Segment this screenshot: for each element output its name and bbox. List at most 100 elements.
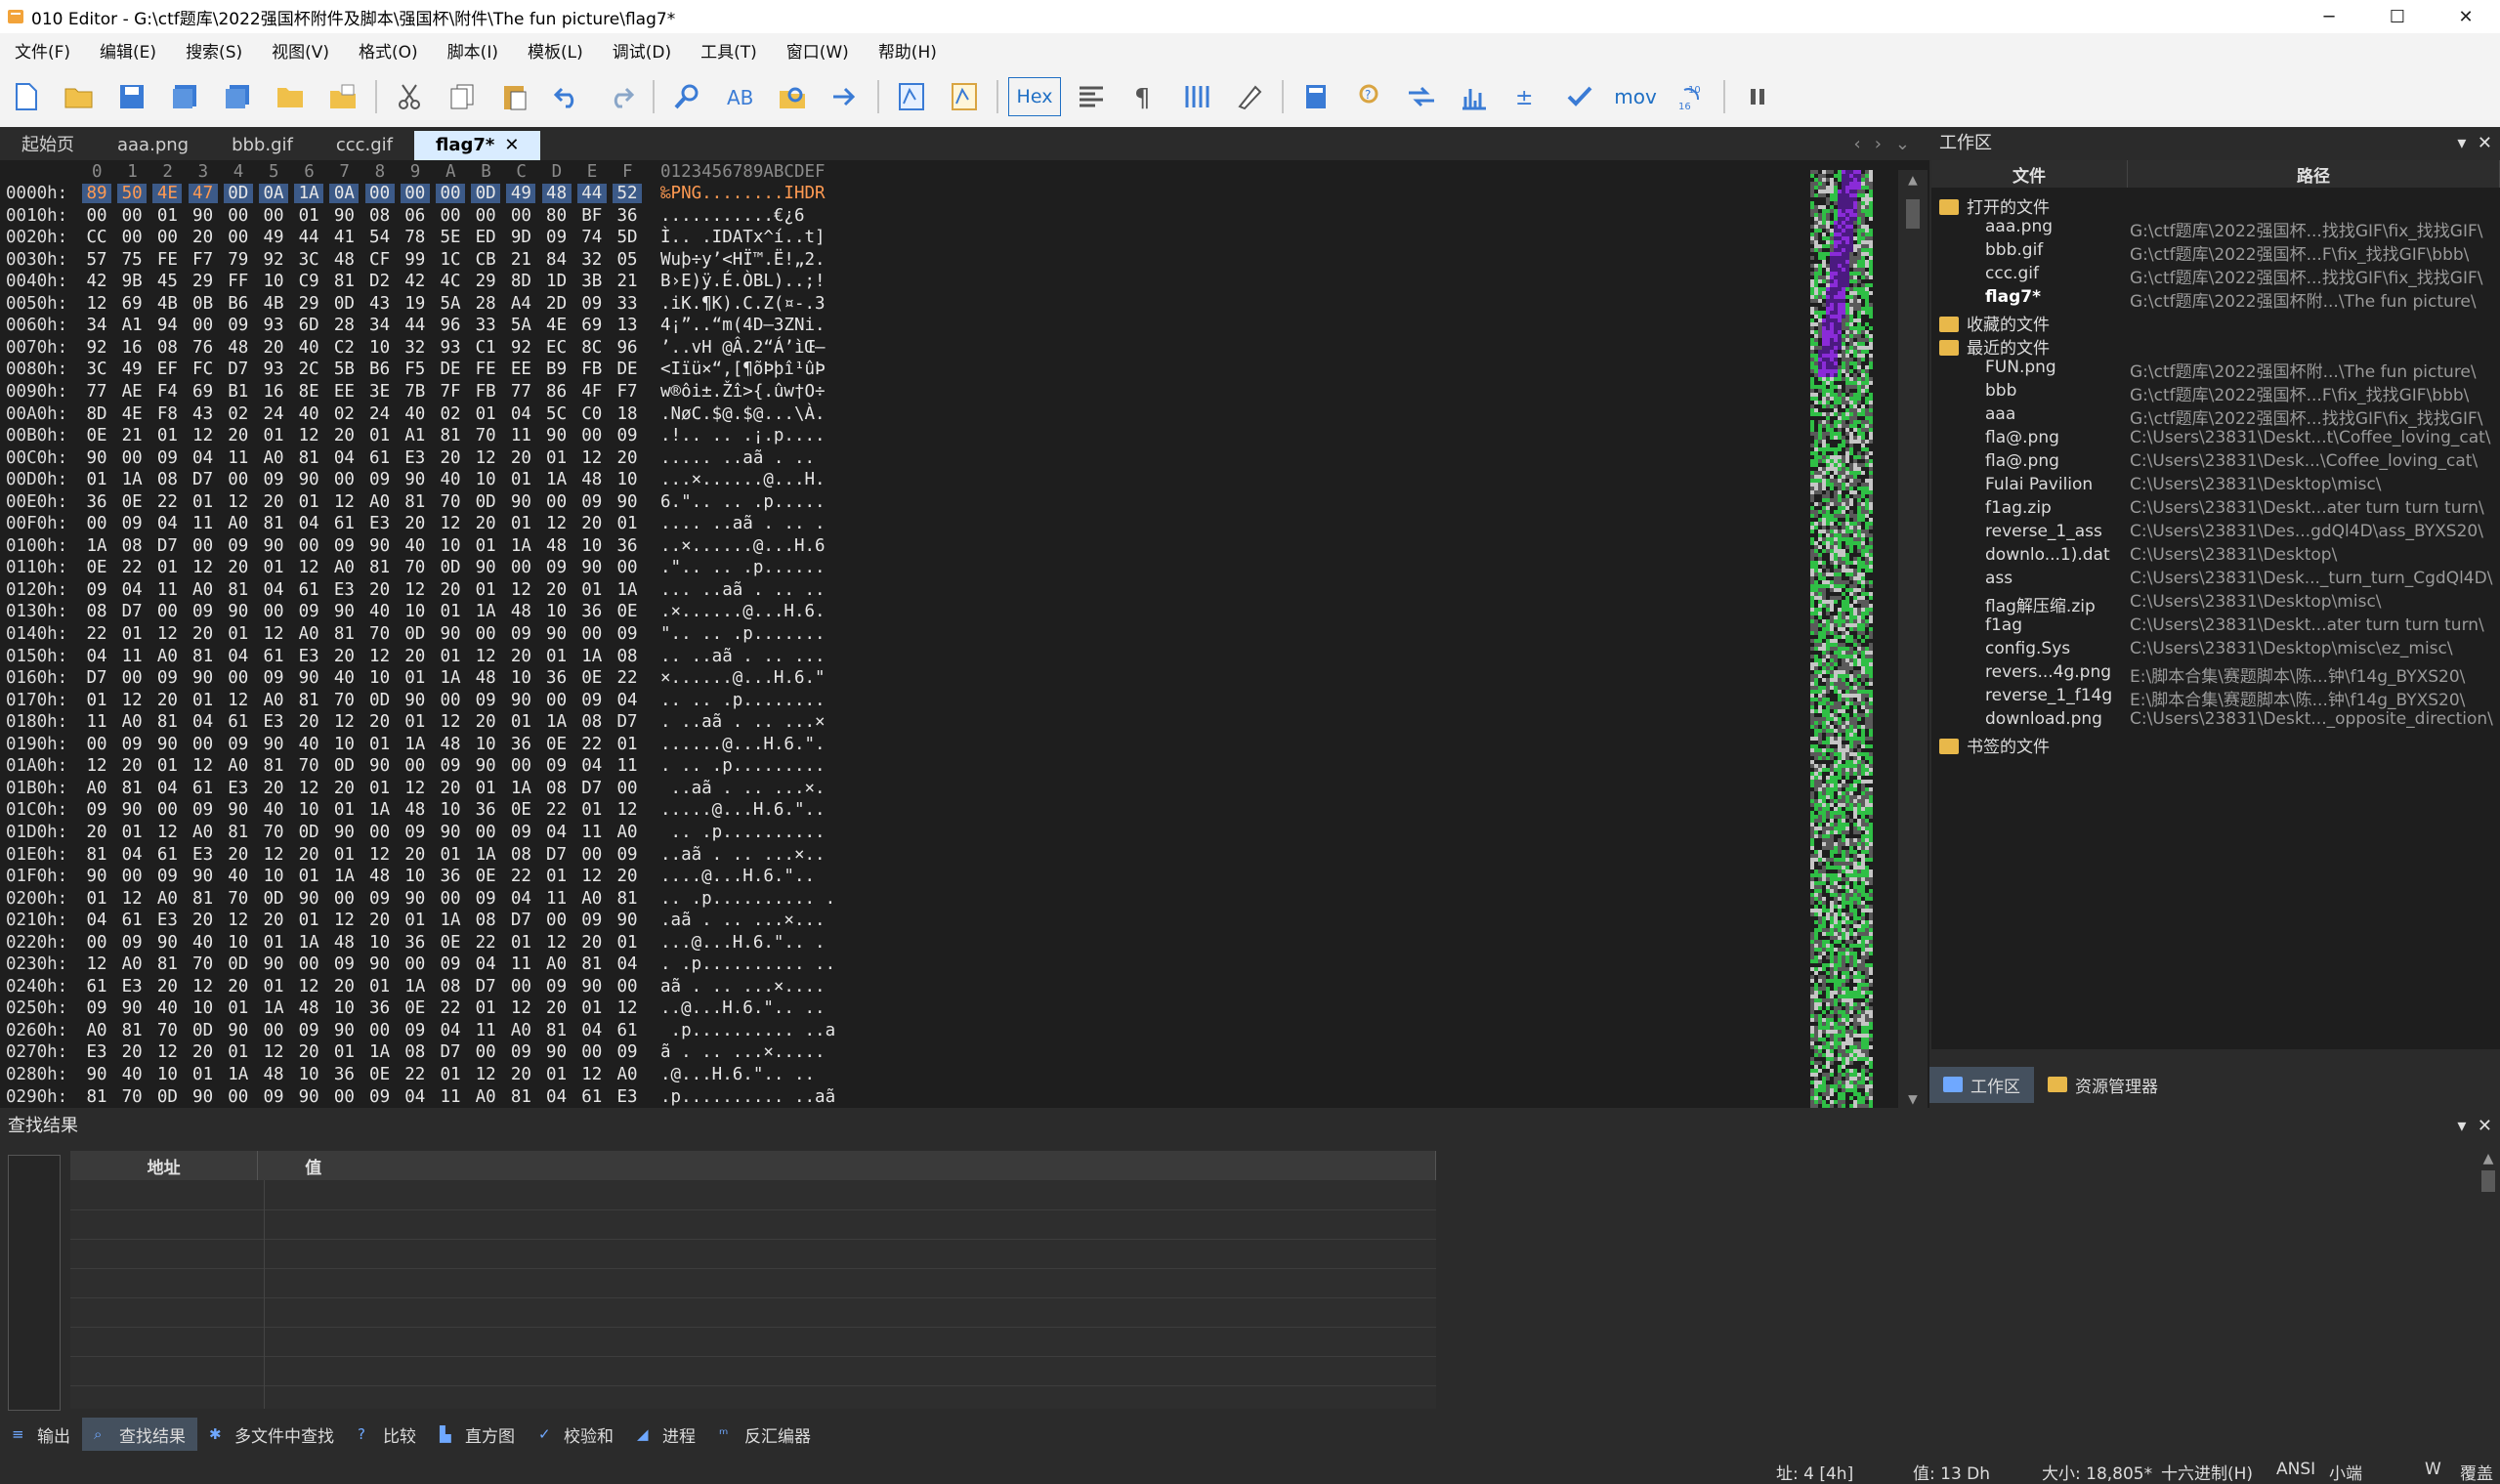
hex-byte[interactable]: 41	[329, 228, 359, 247]
hex-byte[interactable]: 09	[189, 800, 218, 820]
hex-byte[interactable]: A0	[577, 889, 607, 909]
hex-byte[interactable]: 09	[506, 823, 535, 842]
chevron-left-icon[interactable]: ‹	[1854, 134, 1861, 154]
hex-byte[interactable]: 48	[542, 536, 572, 556]
hex-byte[interactable]: 12	[471, 647, 500, 666]
disassembler-mov[interactable]: mov	[1610, 74, 1661, 119]
encoding-icon[interactable]	[1069, 74, 1114, 119]
hex-byte[interactable]: 81	[152, 954, 182, 974]
hex-byte[interactable]: 70	[329, 691, 359, 710]
hex-byte[interactable]: 00	[542, 691, 572, 710]
hex-byte[interactable]: 13	[613, 316, 642, 335]
hex-byte[interactable]: D2	[365, 272, 395, 291]
hex-byte[interactable]: 09	[82, 998, 111, 1018]
menu-item[interactable]: 调试(D)	[598, 38, 686, 63]
hex-byte[interactable]: 90	[542, 1042, 572, 1062]
hex-byte[interactable]: 81	[506, 1087, 535, 1107]
hex-byte[interactable]: 90	[259, 536, 288, 556]
hex-byte[interactable]: E3	[152, 911, 182, 930]
hex-byte[interactable]: 1A	[542, 712, 572, 732]
hex-byte[interactable]: 74	[577, 228, 607, 247]
hex-byte[interactable]: 9D	[506, 228, 535, 247]
hex-byte[interactable]: 12	[577, 1065, 607, 1084]
hex-byte[interactable]: 01	[189, 492, 218, 512]
hex-byte[interactable]: 49	[117, 360, 147, 379]
hex-byte[interactable]: 09	[506, 624, 535, 644]
highlight-icon[interactable]	[1227, 74, 1272, 119]
hex-byte[interactable]: 81	[117, 1021, 147, 1040]
hex-byte[interactable]: 09	[117, 735, 147, 754]
hex-byte[interactable]: 06	[401, 206, 430, 226]
workspace-file-row[interactable]: FUN.png G:\ctf题库\2022强国杯附...\The fun pict…	[1931, 358, 2500, 382]
hex-byte[interactable]: 61	[577, 1087, 607, 1107]
hex-byte[interactable]: 48	[365, 867, 395, 886]
menu-item[interactable]: 搜索(S)	[171, 38, 257, 63]
hex-byte[interactable]: 44	[294, 228, 323, 247]
hex-byte[interactable]: 1A	[401, 735, 430, 754]
hex-byte[interactable]: 70	[117, 1087, 147, 1107]
hex-byte[interactable]: 00	[82, 514, 111, 533]
hex-byte[interactable]: 3C	[82, 360, 111, 379]
hex-byte[interactable]: 5E	[436, 228, 465, 247]
hex-byte[interactable]: 22	[471, 933, 500, 953]
hex-byte[interactable]: 0E	[436, 933, 465, 953]
hex-byte[interactable]: 90	[613, 492, 642, 512]
hex-byte[interactable]: 10	[189, 998, 218, 1018]
hex-byte[interactable]: 93	[259, 360, 288, 379]
hex-byte[interactable]: 3C	[294, 250, 323, 270]
hex-byte[interactable]: 50	[117, 184, 148, 203]
workspace-file-row[interactable]: bbb G:\ctf题库\2022强国杯...F\fix_找找GIF\bbb\	[1931, 381, 2500, 405]
hex-byte[interactable]: 04	[577, 756, 607, 776]
hex-byte[interactable]: DE	[436, 360, 465, 379]
hex-byte[interactable]: 11	[152, 580, 182, 600]
hex-byte[interactable]: 78	[401, 228, 430, 247]
hex-byte[interactable]: 90	[189, 668, 218, 688]
menu-item[interactable]: 脚本(I)	[433, 38, 513, 63]
hex-byte[interactable]: 24	[365, 404, 395, 424]
hex-byte[interactable]: D7	[471, 977, 500, 996]
workspace-file-row[interactable]: ass C:\Users\23831\Desk..._turn_turn_CgdQ…	[1931, 569, 2500, 592]
hex-byte[interactable]: 01	[471, 404, 500, 424]
hex-byte[interactable]: 09	[152, 867, 182, 886]
file-column-header[interactable]: 文件	[1931, 160, 2128, 188]
hex-byte[interactable]: 01	[152, 558, 182, 577]
hex-byte[interactable]: 81	[294, 448, 323, 468]
hex-byte[interactable]: 1A	[82, 536, 111, 556]
workspace-file-row[interactable]: f1ag.zip C:\Users\23831\Deskt...ater turn…	[1931, 498, 2500, 522]
ascii-row[interactable]: ã . .. ...×.....	[660, 1042, 826, 1062]
hex-byte[interactable]: 01	[471, 580, 500, 600]
hex-byte[interactable]: 70	[294, 756, 323, 776]
hex-byte[interactable]: A0	[294, 624, 323, 644]
hex-byte[interactable]: 01	[329, 800, 359, 820]
hex-byte[interactable]: 81	[224, 823, 253, 842]
calculator-icon[interactable]	[1293, 74, 1338, 119]
hex-byte[interactable]: 09	[577, 911, 607, 930]
hex-byte[interactable]: A0	[365, 492, 395, 512]
hex-byte[interactable]: A1	[401, 426, 430, 445]
hex-byte[interactable]: 09	[542, 756, 572, 776]
hex-byte[interactable]: E3	[294, 647, 323, 666]
hex-byte[interactable]: 09	[365, 470, 395, 489]
hex-byte[interactable]: 00	[117, 206, 147, 226]
hex-byte[interactable]: A0	[613, 1065, 642, 1084]
hex-byte[interactable]: 34	[82, 316, 111, 335]
hex-byte[interactable]: C1	[471, 338, 500, 358]
hex-byte[interactable]: 20	[189, 911, 218, 930]
hex-byte[interactable]: 04	[224, 647, 253, 666]
hex-byte[interactable]: 20	[152, 977, 182, 996]
editor-scrollbar[interactable]: ▲ ▼	[1898, 170, 1928, 1108]
hex-byte[interactable]: 40	[329, 668, 359, 688]
hex-byte[interactable]: 10	[259, 867, 288, 886]
hex-byte[interactable]: 20	[577, 514, 607, 533]
hex-byte[interactable]: C2	[329, 338, 359, 358]
hex-byte[interactable]: 01	[117, 823, 147, 842]
hex-byte[interactable]: B1	[224, 382, 253, 402]
close-window-button[interactable]: ✕	[2432, 0, 2500, 33]
hex-byte[interactable]: 0D	[329, 294, 359, 314]
hex-byte[interactable]: 61	[117, 911, 147, 930]
hex-byte[interactable]: 09	[577, 492, 607, 512]
hex-byte[interactable]: 09	[436, 954, 465, 974]
hex-byte[interactable]: F7	[613, 382, 642, 402]
hex-byte[interactable]: 00	[542, 911, 572, 930]
hex-byte[interactable]: 48	[401, 800, 430, 820]
